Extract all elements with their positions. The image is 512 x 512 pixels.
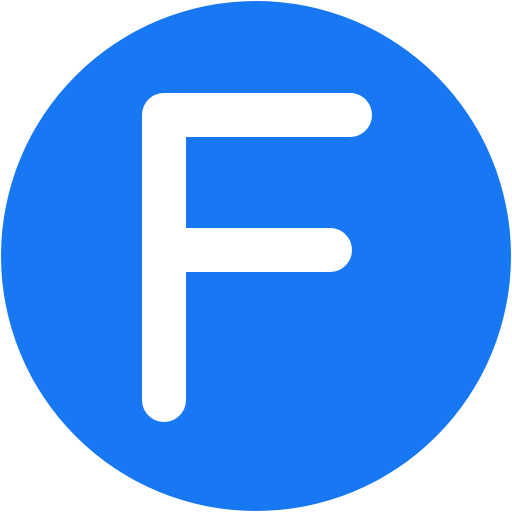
app-logo [0,0,512,512]
f-logo-icon [1,1,511,511]
